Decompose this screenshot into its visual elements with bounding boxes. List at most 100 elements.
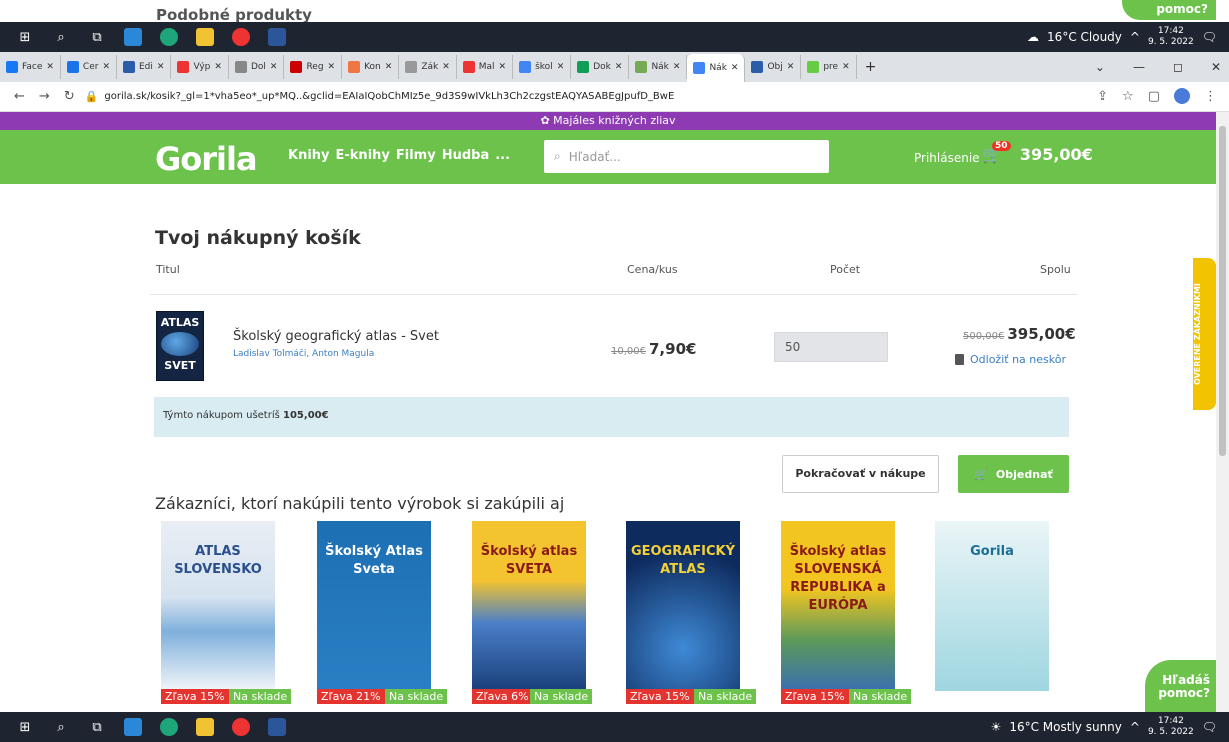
browser-tab[interactable]: Výp ✕ — [171, 55, 229, 79]
tab-close-icon[interactable]: ✕ — [615, 62, 623, 72]
tab-close-icon[interactable]: ✕ — [499, 62, 507, 72]
forward-icon[interactable]: → — [39, 89, 50, 104]
browser-tab[interactable]: Mal ✕ — [457, 55, 514, 79]
browser-tab[interactable]: Nák ✕ — [687, 54, 746, 82]
sidepanel-icon[interactable]: ▢ — [1148, 89, 1160, 104]
app-icon[interactable] — [122, 26, 144, 48]
tab-close-icon[interactable]: ✕ — [328, 62, 336, 72]
tab-close-icon[interactable]: ✕ — [102, 62, 110, 72]
share-icon[interactable]: ⇪ — [1097, 89, 1108, 104]
bookmark-star-icon[interactable]: ☆ — [1122, 89, 1134, 104]
file-explorer-icon[interactable] — [194, 716, 216, 738]
close-icon[interactable]: ✕ — [1211, 60, 1221, 74]
recommended-book-cover[interactable]: Školský atlas SVETA — [472, 521, 586, 691]
product-title[interactable]: Školský geografický atlas - Svet — [233, 329, 439, 344]
help-widget-top[interactable]: pomoc? — [1122, 0, 1216, 20]
help-widget-bottom[interactable]: Hľadáš pomoc? — [1145, 660, 1216, 712]
url-field[interactable]: gorila.sk/kosik?_gl=1*vha5eo*_up*MQ..&gc… — [104, 91, 674, 102]
tab-close-icon[interactable]: ✕ — [731, 63, 739, 73]
file-explorer-icon[interactable] — [194, 26, 216, 48]
line-total: 500,00€ 395,00€ — [963, 325, 1076, 343]
browser-tab[interactable]: Reg ✕ — [284, 55, 343, 79]
nav-item[interactable]: ... — [495, 148, 510, 163]
browser-tab[interactable]: Face ✕ — [0, 55, 61, 79]
nav-item[interactable]: Hudba — [442, 148, 490, 163]
browser-tab[interactable]: Dol ✕ — [229, 55, 285, 79]
tray-chevron-icon[interactable]: ^ — [1130, 30, 1140, 44]
back-icon[interactable]: ← — [14, 89, 25, 104]
recommended-book-cover[interactable]: ATLAS SLOVENSKO — [161, 521, 275, 691]
nav-item[interactable]: Filmy — [396, 148, 436, 163]
weather-text[interactable]: 16°C Cloudy — [1047, 30, 1122, 44]
word-icon[interactable] — [266, 26, 288, 48]
browser-tab[interactable]: Edi ✕ — [117, 55, 172, 79]
task-view-icon[interactable]: ⧉ — [86, 716, 108, 738]
browser-tab[interactable]: Cer ✕ — [61, 55, 117, 79]
tab-close-icon[interactable]: ✕ — [557, 62, 565, 72]
tab-close-icon[interactable]: ✕ — [385, 62, 393, 72]
tab-label: Cer — [82, 62, 99, 72]
scrollbar-thumb[interactable] — [1219, 126, 1226, 456]
weather-text[interactable]: 16°C Mostly sunny — [1009, 720, 1122, 734]
tab-close-icon[interactable]: ✕ — [270, 62, 278, 72]
tab-close-icon[interactable]: ✕ — [214, 62, 222, 72]
tab-close-icon[interactable]: ✕ — [442, 62, 450, 72]
continue-shopping-button[interactable]: Pokračovať v nákupe — [782, 455, 939, 493]
browser-tab[interactable]: pre ✕ — [801, 55, 857, 79]
windows-start-icon[interactable]: ⊞ — [14, 716, 36, 738]
clock[interactable]: 17:42 9. 5. 2022 — [1148, 26, 1194, 48]
search-icon[interactable]: ⌕ — [50, 716, 72, 738]
tab-close-icon[interactable]: ✕ — [842, 62, 850, 72]
tab-search-icon[interactable]: ⌄ — [1095, 60, 1105, 74]
order-button[interactable]: 🛒 Objednať — [958, 455, 1069, 493]
nav-item[interactable]: Knihy — [288, 148, 330, 163]
chrome-icon[interactable] — [230, 26, 252, 48]
save-for-later-link[interactable]: Odložiť na neskôr — [955, 353, 1066, 366]
browser-tab[interactable]: škol ✕ — [513, 55, 572, 79]
clock[interactable]: 17:42 9. 5. 2022 — [1148, 716, 1194, 738]
recommended-book-cover[interactable]: GEOGRAFICKÝ ATLAS — [626, 521, 740, 691]
chrome-icon[interactable] — [230, 716, 252, 738]
recommended-book-cover[interactable]: Gorila — [935, 521, 1049, 691]
browser-tab[interactable]: Dok ✕ — [571, 55, 630, 79]
browser-tab[interactable]: Obj ✕ — [745, 55, 802, 79]
previous-section-remnant: Podobné produkty — [0, 0, 1229, 24]
notification-icon[interactable]: 🗨 — [1202, 30, 1217, 44]
recommended-book-cover[interactable]: Školský Atlas Sveta — [317, 521, 431, 691]
product-authors[interactable]: Ladislav Tolmáči, Anton Magula — [233, 349, 374, 359]
tray-chevron-icon[interactable]: ^ — [1130, 720, 1140, 734]
menu-icon[interactable]: ⋮ — [1204, 89, 1217, 104]
minimize-icon[interactable]: — — [1133, 60, 1145, 74]
edge-icon[interactable] — [158, 26, 180, 48]
recommended-book-cover[interactable]: Školský atlas SLOVENSKÁ REPUBLIKA a EURÓ… — [781, 521, 895, 691]
site-logo[interactable]: Gorila — [155, 140, 258, 178]
browser-tab[interactable]: Nák ✕ — [629, 55, 688, 79]
search-icon[interactable]: ⌕ — [50, 26, 72, 48]
tab-favicon-icon — [405, 61, 418, 73]
reload-icon[interactable]: ↻ — [64, 89, 75, 104]
maximize-icon[interactable]: ◻ — [1173, 60, 1183, 74]
edge-icon[interactable] — [158, 716, 180, 738]
promo-banner[interactable]: ✿ Majáles knižných zliav — [0, 112, 1216, 130]
app-icon[interactable] — [122, 716, 144, 738]
windows-start-icon[interactable]: ⊞ — [14, 26, 36, 48]
new-tab-icon[interactable]: + — [865, 59, 877, 75]
product-cover[interactable]: ATLAS SVET — [156, 311, 204, 381]
tab-close-icon[interactable]: ✕ — [157, 62, 165, 72]
cart-button[interactable]: 🛒 50 395,00€ — [982, 141, 1093, 164]
tab-close-icon[interactable]: ✕ — [46, 62, 54, 72]
nav-item[interactable]: E-knihy — [336, 148, 390, 163]
task-view-icon[interactable]: ⧉ — [86, 26, 108, 48]
tab-close-icon[interactable]: ✕ — [673, 62, 681, 72]
profile-avatar[interactable] — [1174, 88, 1190, 104]
tab-label: Reg — [306, 62, 324, 72]
word-icon[interactable] — [266, 716, 288, 738]
login-link[interactable]: Prihlásenie — [914, 151, 980, 165]
browser-tab[interactable]: Kon ✕ — [342, 55, 400, 79]
notification-icon[interactable]: 🗨 — [1202, 720, 1217, 734]
search-input[interactable]: ⌕ Hľadať... — [544, 140, 829, 173]
browser-tab[interactable]: Zák ✕ — [399, 55, 457, 79]
tab-close-icon[interactable]: ✕ — [787, 62, 795, 72]
quantity-input[interactable]: 50 — [774, 332, 888, 362]
verified-customers-badge[interactable]: OVERENÉ ZÁKAZNÍKMI — [1193, 258, 1216, 410]
